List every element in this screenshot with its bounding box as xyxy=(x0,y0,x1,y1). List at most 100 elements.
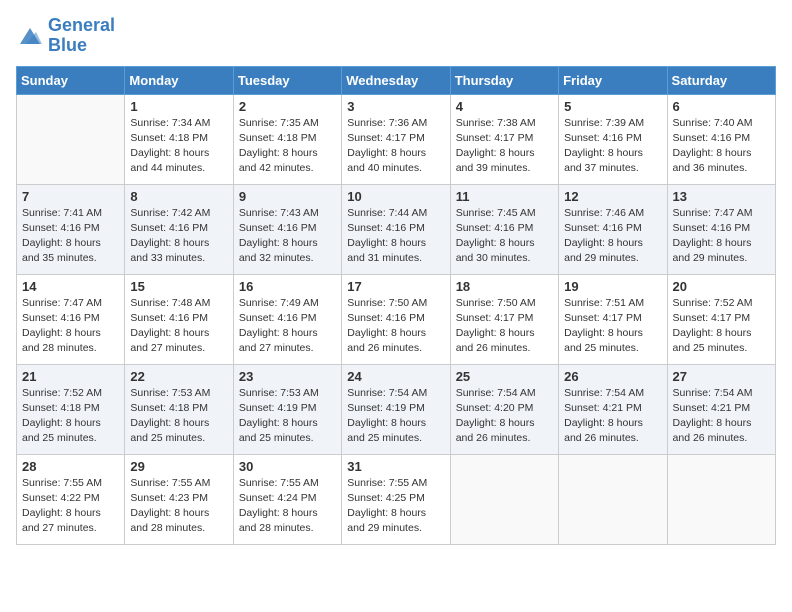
day-info: Sunrise: 7:55 AMSunset: 4:25 PMDaylight:… xyxy=(347,476,444,537)
calendar-cell: 26Sunrise: 7:54 AMSunset: 4:21 PMDayligh… xyxy=(559,364,667,454)
calendar: SundayMondayTuesdayWednesdayThursdayFrid… xyxy=(16,66,776,545)
logo-text: General Blue xyxy=(48,16,115,56)
calendar-cell: 5 Sunrise: 7:39 AMSunset: 4:16 PMDaylight… xyxy=(559,94,667,184)
calendar-cell: 22 Sunrise: 7:53 AMSunset: 4:18 PMDayligh… xyxy=(125,364,233,454)
calendar-cell: 19 Sunrise: 7:51 AMSunset: 4:17 PMDayligh… xyxy=(559,274,667,364)
day-info: Sunrise: 7:45 AMSunset: 4:16 PMDaylight:… xyxy=(456,206,553,267)
day-info: Sunrise: 7:44 AMSunset: 4:16 PMDaylight:… xyxy=(347,206,444,267)
day-info: Sunrise: 7:53 AMSunset: 4:19 PMDaylight:… xyxy=(239,386,336,447)
calendar-week-row: 21 Sunrise: 7:52 AMSunset: 4:18 PMDayligh… xyxy=(17,364,776,454)
weekday-header: Wednesday xyxy=(342,66,450,94)
calendar-cell: 12 Sunrise: 7:46 AMSunset: 4:16 PMDayligh… xyxy=(559,184,667,274)
calendar-cell: 9Sunrise: 7:43 AMSunset: 4:16 PMDaylight… xyxy=(233,184,341,274)
calendar-cell: 2Sunrise: 7:35 AMSunset: 4:18 PMDaylight… xyxy=(233,94,341,184)
calendar-cell: 20Sunrise: 7:52 AMSunset: 4:17 PMDayligh… xyxy=(667,274,775,364)
calendar-cell: 30 Sunrise: 7:55 AMSunset: 4:24 PMDayligh… xyxy=(233,454,341,544)
calendar-cell: 31 Sunrise: 7:55 AMSunset: 4:25 PMDayligh… xyxy=(342,454,450,544)
day-number: 7 xyxy=(22,189,119,204)
weekday-header: Sunday xyxy=(17,66,125,94)
day-number: 3 xyxy=(347,99,444,114)
day-number: 14 xyxy=(22,279,119,294)
day-info: Sunrise: 7:54 AMSunset: 4:19 PMDaylight:… xyxy=(347,386,444,447)
day-info: Sunrise: 7:54 AMSunset: 4:21 PMDaylight:… xyxy=(673,386,770,447)
day-info: Sunrise: 7:39 AMSunset: 4:16 PMDaylight:… xyxy=(564,116,661,177)
day-info: Sunrise: 7:49 AMSunset: 4:16 PMDaylight:… xyxy=(239,296,336,357)
day-number: 4 xyxy=(456,99,553,114)
calendar-cell: 11 Sunrise: 7:45 AMSunset: 4:16 PMDayligh… xyxy=(450,184,558,274)
calendar-cell xyxy=(559,454,667,544)
day-number: 13 xyxy=(673,189,770,204)
day-number: 22 xyxy=(130,369,227,384)
calendar-cell: 18 Sunrise: 7:50 AMSunset: 4:17 PMDayligh… xyxy=(450,274,558,364)
day-number: 12 xyxy=(564,189,661,204)
calendar-cell: 16 Sunrise: 7:49 AMSunset: 4:16 PMDayligh… xyxy=(233,274,341,364)
day-info: Sunrise: 7:41 AMSunset: 4:16 PMDaylight:… xyxy=(22,206,119,267)
day-number: 28 xyxy=(22,459,119,474)
day-number: 24 xyxy=(347,369,444,384)
day-number: 8 xyxy=(130,189,227,204)
day-info: Sunrise: 7:55 AMSunset: 4:24 PMDaylight:… xyxy=(239,476,336,537)
day-info: Sunrise: 7:46 AMSunset: 4:16 PMDaylight:… xyxy=(564,206,661,267)
day-number: 25 xyxy=(456,369,553,384)
calendar-week-row: 1 Sunrise: 7:34 AMSunset: 4:18 PMDaylight… xyxy=(17,94,776,184)
day-number: 6 xyxy=(673,99,770,114)
day-number: 11 xyxy=(456,189,553,204)
calendar-week-row: 7 Sunrise: 7:41 AMSunset: 4:16 PMDaylight… xyxy=(17,184,776,274)
day-number: 31 xyxy=(347,459,444,474)
calendar-cell: 8 Sunrise: 7:42 AMSunset: 4:16 PMDaylight… xyxy=(125,184,233,274)
day-info: Sunrise: 7:54 AMSunset: 4:20 PMDaylight:… xyxy=(456,386,553,447)
day-number: 29 xyxy=(130,459,227,474)
day-info: Sunrise: 7:53 AMSunset: 4:18 PMDaylight:… xyxy=(130,386,227,447)
calendar-cell: 24 Sunrise: 7:54 AMSunset: 4:19 PMDayligh… xyxy=(342,364,450,454)
weekday-header: Monday xyxy=(125,66,233,94)
day-info: Sunrise: 7:34 AMSunset: 4:18 PMDaylight:… xyxy=(130,116,227,177)
calendar-cell: 4 Sunrise: 7:38 AMSunset: 4:17 PMDaylight… xyxy=(450,94,558,184)
day-number: 2 xyxy=(239,99,336,114)
calendar-cell: 1 Sunrise: 7:34 AMSunset: 4:18 PMDaylight… xyxy=(125,94,233,184)
calendar-cell: 29 Sunrise: 7:55 AMSunset: 4:23 PMDayligh… xyxy=(125,454,233,544)
calendar-week-row: 28Sunrise: 7:55 AMSunset: 4:22 PMDayligh… xyxy=(17,454,776,544)
day-info: Sunrise: 7:40 AMSunset: 4:16 PMDaylight:… xyxy=(673,116,770,177)
day-number: 5 xyxy=(564,99,661,114)
calendar-cell: 3 Sunrise: 7:36 AMSunset: 4:17 PMDaylight… xyxy=(342,94,450,184)
calendar-cell: 27 Sunrise: 7:54 AMSunset: 4:21 PMDayligh… xyxy=(667,364,775,454)
calendar-cell: 17Sunrise: 7:50 AMSunset: 4:16 PMDayligh… xyxy=(342,274,450,364)
day-info: Sunrise: 7:55 AMSunset: 4:23 PMDaylight:… xyxy=(130,476,227,537)
day-number: 21 xyxy=(22,369,119,384)
day-info: Sunrise: 7:36 AMSunset: 4:17 PMDaylight:… xyxy=(347,116,444,177)
page-header: General Blue xyxy=(16,16,776,56)
day-info: Sunrise: 7:48 AMSunset: 4:16 PMDaylight:… xyxy=(130,296,227,357)
day-info: Sunrise: 7:42 AMSunset: 4:16 PMDaylight:… xyxy=(130,206,227,267)
calendar-cell: 13Sunrise: 7:47 AMSunset: 4:16 PMDayligh… xyxy=(667,184,775,274)
calendar-cell: 25 Sunrise: 7:54 AMSunset: 4:20 PMDayligh… xyxy=(450,364,558,454)
calendar-cell: 28Sunrise: 7:55 AMSunset: 4:22 PMDayligh… xyxy=(17,454,125,544)
calendar-cell: 7 Sunrise: 7:41 AMSunset: 4:16 PMDaylight… xyxy=(17,184,125,274)
calendar-cell xyxy=(667,454,775,544)
weekday-header: Thursday xyxy=(450,66,558,94)
day-info: Sunrise: 7:52 AMSunset: 4:18 PMDaylight:… xyxy=(22,386,119,447)
day-number: 30 xyxy=(239,459,336,474)
day-number: 26 xyxy=(564,369,661,384)
day-number: 19 xyxy=(564,279,661,294)
day-number: 15 xyxy=(130,279,227,294)
day-number: 10 xyxy=(347,189,444,204)
day-info: Sunrise: 7:47 AMSunset: 4:16 PMDaylight:… xyxy=(22,296,119,357)
day-number: 18 xyxy=(456,279,553,294)
calendar-week-row: 14 Sunrise: 7:47 AMSunset: 4:16 PMDayligh… xyxy=(17,274,776,364)
weekday-header: Friday xyxy=(559,66,667,94)
day-info: Sunrise: 7:50 AMSunset: 4:17 PMDaylight:… xyxy=(456,296,553,357)
calendar-cell: 23 Sunrise: 7:53 AMSunset: 4:19 PMDayligh… xyxy=(233,364,341,454)
calendar-cell xyxy=(450,454,558,544)
day-info: Sunrise: 7:43 AMSunset: 4:16 PMDaylight:… xyxy=(239,206,336,267)
calendar-cell xyxy=(17,94,125,184)
logo: General Blue xyxy=(16,16,115,56)
day-number: 16 xyxy=(239,279,336,294)
day-number: 17 xyxy=(347,279,444,294)
calendar-cell: 10 Sunrise: 7:44 AMSunset: 4:16 PMDayligh… xyxy=(342,184,450,274)
day-number: 1 xyxy=(130,99,227,114)
day-number: 20 xyxy=(673,279,770,294)
day-number: 27 xyxy=(673,369,770,384)
day-info: Sunrise: 7:51 AMSunset: 4:17 PMDaylight:… xyxy=(564,296,661,357)
day-number: 23 xyxy=(239,369,336,384)
day-info: Sunrise: 7:38 AMSunset: 4:17 PMDaylight:… xyxy=(456,116,553,177)
